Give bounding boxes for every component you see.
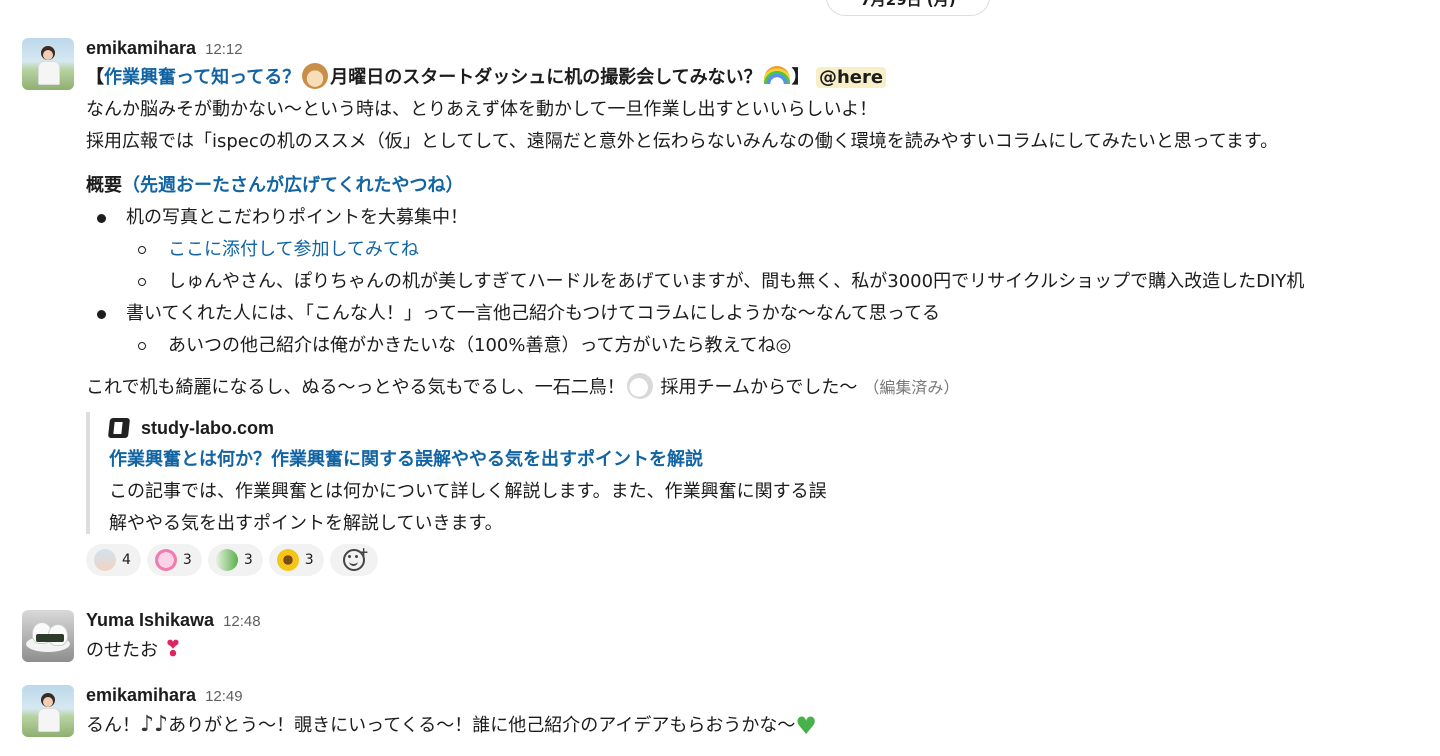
- message-text-line: るん！♪♪ありがとう〜！覗きにいってくる〜！誰に他己紹介のアイデアもらおうかな〜…: [86, 712, 817, 740]
- rainbow-emoji-icon: [763, 66, 790, 84]
- attach-link[interactable]: ここに添付して参加してみてね: [168, 239, 419, 260]
- link-preview[interactable]: study-labo.com 作業興奮とは何か？作業興奮に関する誤解ややる気を出…: [86, 412, 1009, 534]
- bullet-list: 机の写真とこだわりポイントを大募集中！ ここに添付して参加してみてね しゅんやさ…: [86, 202, 1440, 362]
- list-item: 机の写真とこだわりポイントを大募集中！: [86, 202, 1440, 234]
- avatar[interactable]: [22, 38, 74, 90]
- overview-link[interactable]: （先週おーたさんが広げてくれたやつね）: [122, 175, 463, 196]
- reaction-sunflower[interactable]: 3: [268, 544, 324, 576]
- message-title-line: 【作業興奮って知ってる？ 月曜日のスタートダッシュに机の撮影会してみない？】 @h…: [86, 62, 1440, 94]
- avatar[interactable]: [22, 685, 74, 737]
- author-name[interactable]: Yuma Ishikawa: [86, 610, 214, 631]
- reaction-waiwai[interactable]: 3: [146, 544, 202, 576]
- reaction-avatar[interactable]: 4: [86, 544, 141, 576]
- bullet-icon: [97, 310, 106, 319]
- avatar[interactable]: [22, 610, 74, 662]
- timestamp[interactable]: 12:12: [205, 41, 243, 58]
- add-reaction-button[interactable]: +: [329, 544, 378, 576]
- list-item: あいつの他己紹介は俺がかきたいな（100%善意）って方がいたら教えてね◎: [86, 330, 1440, 362]
- title-link[interactable]: 作業興奮って知ってる？: [104, 67, 300, 88]
- list-item: しゅんやさん、ぽりちゃんの机が美しすぎてハードルをあげていますが、間も無く、私が…: [86, 266, 1440, 298]
- date-divider-label: 7月29日 (月): [860, 0, 956, 9]
- dove-emoji-icon: [626, 373, 653, 399]
- timestamp[interactable]: 12:49: [205, 688, 243, 705]
- message-text-line: のせたお ❣: [86, 637, 183, 662]
- reaction-plant[interactable]: 3: [207, 544, 263, 576]
- avatar-emoji-icon: [94, 549, 116, 571]
- closing-line: これで机も綺麗になるし、ぬる〜っとやる気もでるし、一石二鳥！ 採用チームからでし…: [86, 372, 1440, 404]
- music-notes-icon: ♪♪: [140, 712, 169, 737]
- here-mention[interactable]: @here: [815, 67, 887, 88]
- green-heart-icon: ♥: [795, 712, 817, 740]
- dog-emoji-icon: [302, 63, 329, 89]
- message-text-line: 採用広報では「ispecの机のススメ（仮」としてして、遠隔だと意外と伝わらないみ…: [86, 131, 1279, 152]
- list-item: ここに添付して参加してみてね: [86, 234, 1440, 266]
- preview-description: この記事では、作業興奮とは何かについて詳しく解説します。また、作業興奮に関する誤…: [109, 481, 827, 534]
- sub-bullet-icon: [138, 342, 146, 350]
- edited-label: （編集済み）: [863, 378, 960, 397]
- reactions-bar: 4 3 3 3 +: [86, 544, 378, 576]
- sub-bullet-icon: [138, 246, 146, 254]
- waiwai-emoji-icon: [154, 549, 177, 571]
- heart-exclamation-icon: ❣: [163, 637, 183, 662]
- author-name[interactable]: emikamihara: [86, 38, 196, 59]
- sub-bullet-icon: [138, 278, 146, 286]
- message-text-line: なんか脳みそが動かない〜という時は、とりあえず体を動かして一旦作業し出すといいら…: [86, 99, 878, 120]
- preview-site: study-labo.com: [107, 412, 1009, 444]
- date-divider[interactable]: 7月29日 (月): [826, 0, 990, 16]
- plant-emoji-icon: [215, 549, 238, 571]
- preview-title-link[interactable]: 作業興奮とは何か？作業興奮に関する誤解ややる気を出すポイントを解説: [109, 444, 1009, 476]
- bullet-icon: [97, 214, 106, 223]
- timestamp[interactable]: 12:48: [223, 613, 261, 630]
- overview-heading: 概要（先週おーたさんが広げてくれたやつね）: [86, 175, 464, 196]
- list-item: 書いてくれた人には、「こんな人！」って一言他己紹介もつけてコラムにしようかな〜な…: [86, 298, 1440, 330]
- author-name[interactable]: emikamihara: [86, 685, 196, 706]
- site-favicon-icon: [107, 418, 131, 438]
- sunflower-emoji-icon: [276, 549, 299, 571]
